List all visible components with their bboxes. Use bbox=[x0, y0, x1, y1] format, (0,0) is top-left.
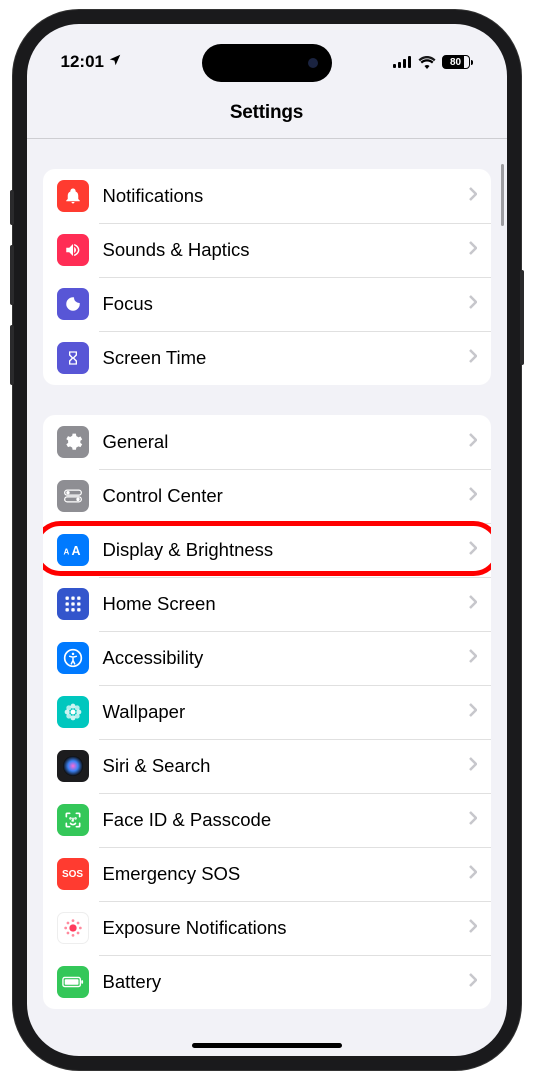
row-label: Wallpaper bbox=[103, 701, 469, 723]
chevron-right-icon bbox=[469, 865, 477, 884]
chevron-right-icon bbox=[469, 187, 477, 206]
row-label: Notifications bbox=[103, 185, 469, 207]
bell-icon bbox=[57, 180, 89, 212]
dynamic-island bbox=[202, 44, 332, 82]
chevron-right-icon bbox=[469, 349, 477, 368]
row-label: Home Screen bbox=[103, 593, 469, 615]
row-label: Exposure Notifications bbox=[103, 917, 469, 939]
row-label: Focus bbox=[103, 293, 469, 315]
toggles-icon bbox=[57, 480, 89, 512]
row-focus[interactable]: Focus bbox=[43, 277, 491, 331]
row-controlcenter[interactable]: Control Center bbox=[43, 469, 491, 523]
chevron-right-icon bbox=[469, 757, 477, 776]
wifi-icon bbox=[418, 56, 436, 69]
row-battery[interactable]: Battery bbox=[43, 955, 491, 1009]
sos-icon: SOS bbox=[57, 858, 89, 890]
exposure-icon bbox=[57, 912, 89, 944]
settings-section: Notifications Sounds & Haptics Focus bbox=[43, 169, 491, 385]
row-screentime[interactable]: Screen Time bbox=[43, 331, 491, 385]
row-display[interactable]: AA Display & Brightness bbox=[43, 523, 491, 577]
row-label: Accessibility bbox=[103, 647, 469, 669]
location-icon bbox=[108, 52, 122, 72]
row-label: Sounds & Haptics bbox=[103, 239, 469, 261]
row-notifications[interactable]: Notifications bbox=[43, 169, 491, 223]
grid-icon bbox=[57, 588, 89, 620]
row-accessibility[interactable]: Accessibility bbox=[43, 631, 491, 685]
header: Settings bbox=[27, 82, 507, 139]
row-sos[interactable]: SOS Emergency SOS bbox=[43, 847, 491, 901]
chevron-right-icon bbox=[469, 649, 477, 668]
flower-icon bbox=[57, 696, 89, 728]
chevron-right-icon bbox=[469, 919, 477, 938]
chevron-right-icon bbox=[469, 973, 477, 992]
status-time: 12:01 bbox=[61, 52, 104, 72]
row-label: Emergency SOS bbox=[103, 863, 469, 885]
chevron-right-icon bbox=[469, 241, 477, 260]
speaker-icon bbox=[57, 234, 89, 266]
siri-icon bbox=[57, 750, 89, 782]
chevron-right-icon bbox=[469, 703, 477, 722]
gear-icon bbox=[57, 426, 89, 458]
row-label: Control Center bbox=[103, 485, 469, 507]
faceid-icon bbox=[57, 804, 89, 836]
hourglass-icon bbox=[57, 342, 89, 374]
row-sounds[interactable]: Sounds & Haptics bbox=[43, 223, 491, 277]
settings-content[interactable]: Notifications Sounds & Haptics Focus bbox=[27, 139, 507, 1056]
row-homescreen[interactable]: Home Screen bbox=[43, 577, 491, 631]
chevron-right-icon bbox=[469, 541, 477, 560]
settings-section: General Control Center AA Display & Brig… bbox=[43, 415, 491, 1009]
cellular-signal-icon bbox=[393, 56, 412, 68]
row-exposure[interactable]: Exposure Notifications bbox=[43, 901, 491, 955]
scroll-indicator[interactable] bbox=[501, 164, 504, 226]
chevron-right-icon bbox=[469, 295, 477, 314]
battery-icon bbox=[57, 966, 89, 998]
row-faceid[interactable]: Face ID & Passcode bbox=[43, 793, 491, 847]
row-label: Siri & Search bbox=[103, 755, 469, 777]
phone-frame: 12:01 bbox=[13, 10, 521, 1070]
home-indicator[interactable] bbox=[192, 1043, 342, 1048]
svg-text:A: A bbox=[63, 547, 69, 556]
chevron-right-icon bbox=[469, 595, 477, 614]
row-label: Battery bbox=[103, 971, 469, 993]
chevron-right-icon bbox=[469, 811, 477, 830]
phone-screen: 12:01 bbox=[27, 24, 507, 1056]
row-wallpaper[interactable]: Wallpaper bbox=[43, 685, 491, 739]
row-siri[interactable]: Siri & Search bbox=[43, 739, 491, 793]
chevron-right-icon bbox=[469, 487, 477, 506]
row-label: General bbox=[103, 431, 469, 453]
row-label: Face ID & Passcode bbox=[103, 809, 469, 831]
svg-text:A: A bbox=[71, 544, 80, 558]
row-label: Screen Time bbox=[103, 347, 469, 369]
chevron-right-icon bbox=[469, 433, 477, 452]
accessibility-icon bbox=[57, 642, 89, 674]
moon-icon bbox=[57, 288, 89, 320]
battery-icon: 80 bbox=[442, 55, 473, 69]
row-general[interactable]: General bbox=[43, 415, 491, 469]
page-title: Settings bbox=[27, 102, 507, 124]
text-size-icon: AA bbox=[57, 534, 89, 566]
row-label: Display & Brightness bbox=[103, 539, 469, 561]
